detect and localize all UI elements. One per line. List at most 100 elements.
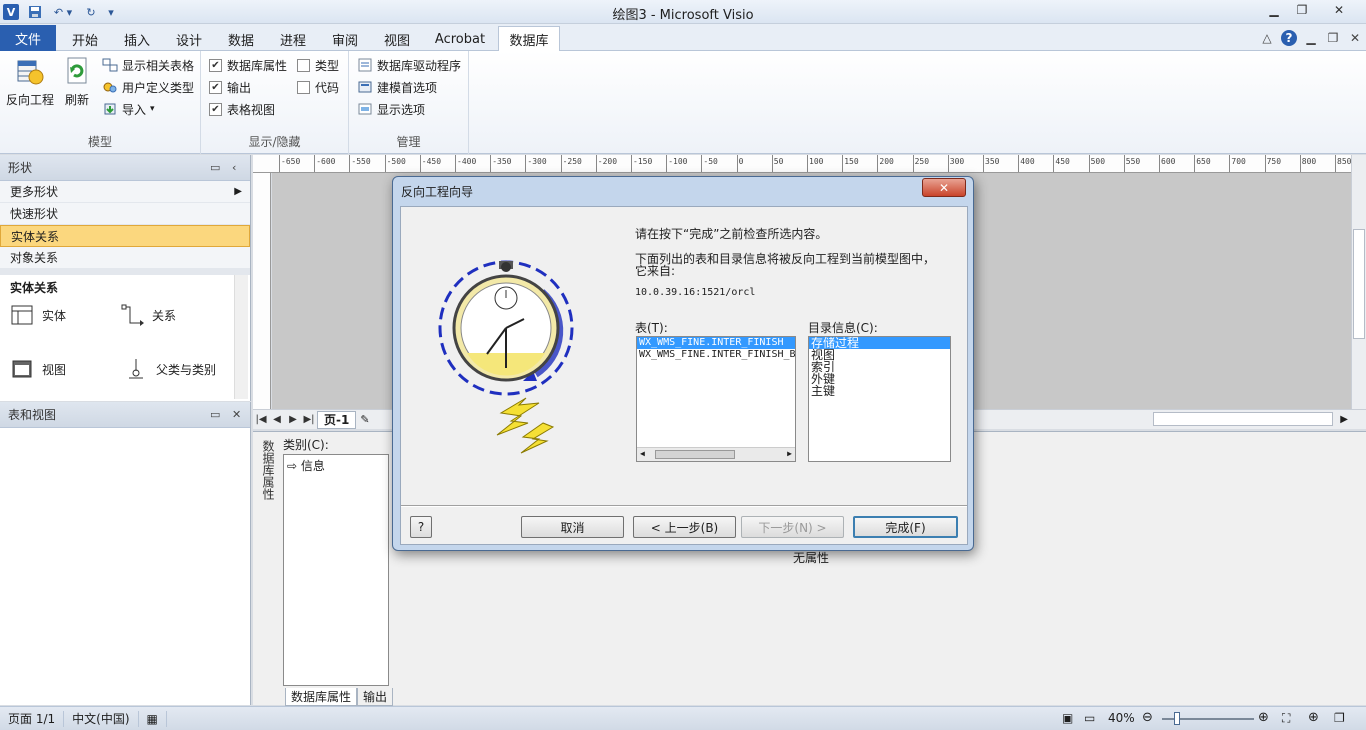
status-bar: 页面 1/1 中文(中国) ▦ ▣ ▭ 40% ⊖ ⊕ ⛶ ⊕ ❐ [0,706,1366,730]
doc-close-icon[interactable]: ✕ [1347,30,1363,46]
ruler-tick [1229,155,1231,172]
dialog-close-button[interactable]: ✕ [922,178,966,197]
shape-relationship[interactable]: 关系 [120,303,176,327]
fit-to-window-icon[interactable]: ⛶ [1282,711,1290,726]
table-row[interactable]: WX_WMS_FINE.INTER_FINISH_B [637,349,795,361]
show-hide-group: ✔ 数据库属性 ✔ 输出 ✔ 表格视图 类型 代码 显示/隐藏 [201,51,349,154]
minimize-ribbon-icon[interactable]: △ [1259,30,1275,46]
zoom-level[interactable]: 40% [1108,711,1135,725]
doc-restore-icon[interactable]: ❐ [1325,30,1341,46]
refresh-button[interactable]: 刷新 [56,55,98,115]
modeling-prefs-button[interactable]: 建模首选项 [357,77,437,97]
shape-entity[interactable]: 实体 [10,303,66,327]
ruler-tick-label: -50 [703,157,718,166]
close-window-button[interactable]: ✕ [1324,0,1354,20]
tab-design[interactable]: 设计 [166,28,212,51]
stencil-scrollbar[interactable] [234,275,248,399]
language-indicator[interactable]: 中文(中国) [64,710,139,727]
tab-file[interactable]: 文件 [0,25,56,51]
full-page-view-icon[interactable]: ▣ [1062,711,1073,725]
zoom-slider-thumb[interactable] [1174,712,1180,725]
tables-pane-close-icon[interactable]: ✕ [232,408,241,421]
table-row[interactable]: WX_WMS_FINE.INTER_FINISH [637,337,795,349]
tab-view[interactable]: 视图 [374,28,420,51]
ruler-tick [314,155,316,172]
tab-insert[interactable]: 插入 [114,28,160,51]
page-tab[interactable]: 页-1 [317,410,357,429]
help-button[interactable]: ? [410,516,432,538]
tab-data[interactable]: 数据 [218,28,264,51]
doc-minimize-icon[interactable]: ▁ [1303,30,1319,46]
help-icon[interactable]: ? [1281,30,1297,46]
insert-page-icon[interactable]: ✎ [360,413,369,426]
scroll-right-icon[interactable]: ▶ [1340,414,1348,425]
entity-relationship-item[interactable]: 实体关系 [0,225,250,247]
pan-zoom-icon[interactable]: ⊕ [1308,710,1319,725]
tab-acrobat[interactable]: Acrobat [426,28,494,51]
horizontal-scroll-thumb[interactable] [1153,412,1333,426]
tab-home[interactable]: 开始 [62,28,108,51]
db-drivers-button[interactable]: 数据库驱动程序 [357,55,461,75]
tab-database[interactable]: 数据库 [498,26,560,52]
zoom-out-icon[interactable]: ⊖ [1142,710,1153,725]
last-page-icon[interactable]: ▶| [301,414,317,425]
shape-view[interactable]: 视图 [10,357,66,381]
more-shapes-item[interactable]: 更多形状 ▶ [0,181,250,203]
object-relationship-item[interactable]: 对象关系 [0,247,250,269]
finish-button[interactable]: 完成(F) [853,516,958,538]
first-page-icon[interactable]: |◀ [253,414,269,425]
tables-pane-maximize-icon[interactable]: ▭ [210,408,220,421]
db-properties-check-icon: ✔ [209,58,222,72]
presentation-mode-icon[interactable]: ▭ [1084,711,1095,725]
show-related-tables-button[interactable]: 显示相关表格 [102,55,194,75]
catalog-list[interactable]: 存储过程 视图 索引 外键 主键 [808,336,951,462]
tables-hscrollbar[interactable]: ◀ ▶ [637,447,795,461]
output-check-icon: ✔ [209,80,222,94]
tab-output[interactable]: 输出 [357,688,394,706]
reverse-engineer-button[interactable]: 反向工程 [5,55,55,115]
shape-category[interactable]: 父类与类别 [124,357,216,381]
restore-button[interactable]: ❐ [1287,0,1317,20]
tab-db-properties[interactable]: 数据库属性 [285,688,358,706]
ruler-tick [666,155,668,172]
tables-list[interactable]: WX_WMS_FINE.INTER_FINISH WX_WMS_FINE.INT… [636,336,796,462]
scroll-left-icon[interactable]: ◀ [640,449,645,458]
related-tables-icon [102,57,118,73]
collapse-pane-icon[interactable]: ‹ [232,161,236,174]
output-checkbox[interactable]: ✔ 输出 [209,77,251,97]
zoom-in-icon[interactable]: ⊕ [1258,710,1269,725]
back-button[interactable]: < 上一步(B) [633,516,736,538]
pane-maximize-icon[interactable]: ▭ [210,161,220,174]
prev-page-icon[interactable]: ◀ [269,414,285,425]
cancel-button[interactable]: 取消 [521,516,624,538]
tab-process[interactable]: 进程 [270,28,316,51]
ruler-tick [1088,155,1090,172]
category-icon [129,359,143,379]
list-item[interactable]: 主键 [809,385,950,397]
import-button[interactable]: 导入 ▾ [102,99,155,119]
tab-review[interactable]: 审阅 [322,28,368,51]
display-options-button[interactable]: 显示选项 [357,99,425,119]
list-item[interactable]: ⇨ 信息 [287,457,385,474]
category-list[interactable]: ⇨ 信息 [283,454,389,686]
minimize-button[interactable]: ▁ [1259,0,1289,20]
db-properties-checkbox[interactable]: ✔ 数据库属性 [209,55,287,75]
ruler-tick-label: 500 [1090,157,1106,166]
scroll-right-small-icon[interactable]: ▶ [787,449,792,458]
next-page-icon[interactable]: ▶ [285,414,301,425]
user-defined-types-button[interactable]: 用户定义类型 [102,77,194,97]
code-checkbox[interactable]: 代码 [297,77,339,97]
macro-icon[interactable]: ▦ [139,710,167,727]
table-view-checkbox[interactable]: ✔ 表格视图 [209,99,275,119]
ruler-tick-label: 350 [985,157,1000,166]
tables-hscroll-thumb[interactable] [655,450,735,459]
next-button[interactable]: 下一步(N) > [741,516,844,538]
quick-shapes-item[interactable]: 快速形状 [0,203,250,225]
switch-windows-icon[interactable]: ❐ [1334,711,1345,725]
shapes-pane: 形状 ▭ ‹ 更多形状 ▶ 快速形状 实体关系 对象关系 实体关系 实体 关系 … [0,155,251,401]
page-indicator[interactable]: 页面 1/1 [0,710,65,727]
type-checkbox[interactable]: 类型 [297,55,339,75]
model-group-label: 模型 [87,135,112,149]
vertical-scroll-thumb[interactable] [1353,229,1365,339]
vertical-scrollbar[interactable] [1351,155,1366,409]
